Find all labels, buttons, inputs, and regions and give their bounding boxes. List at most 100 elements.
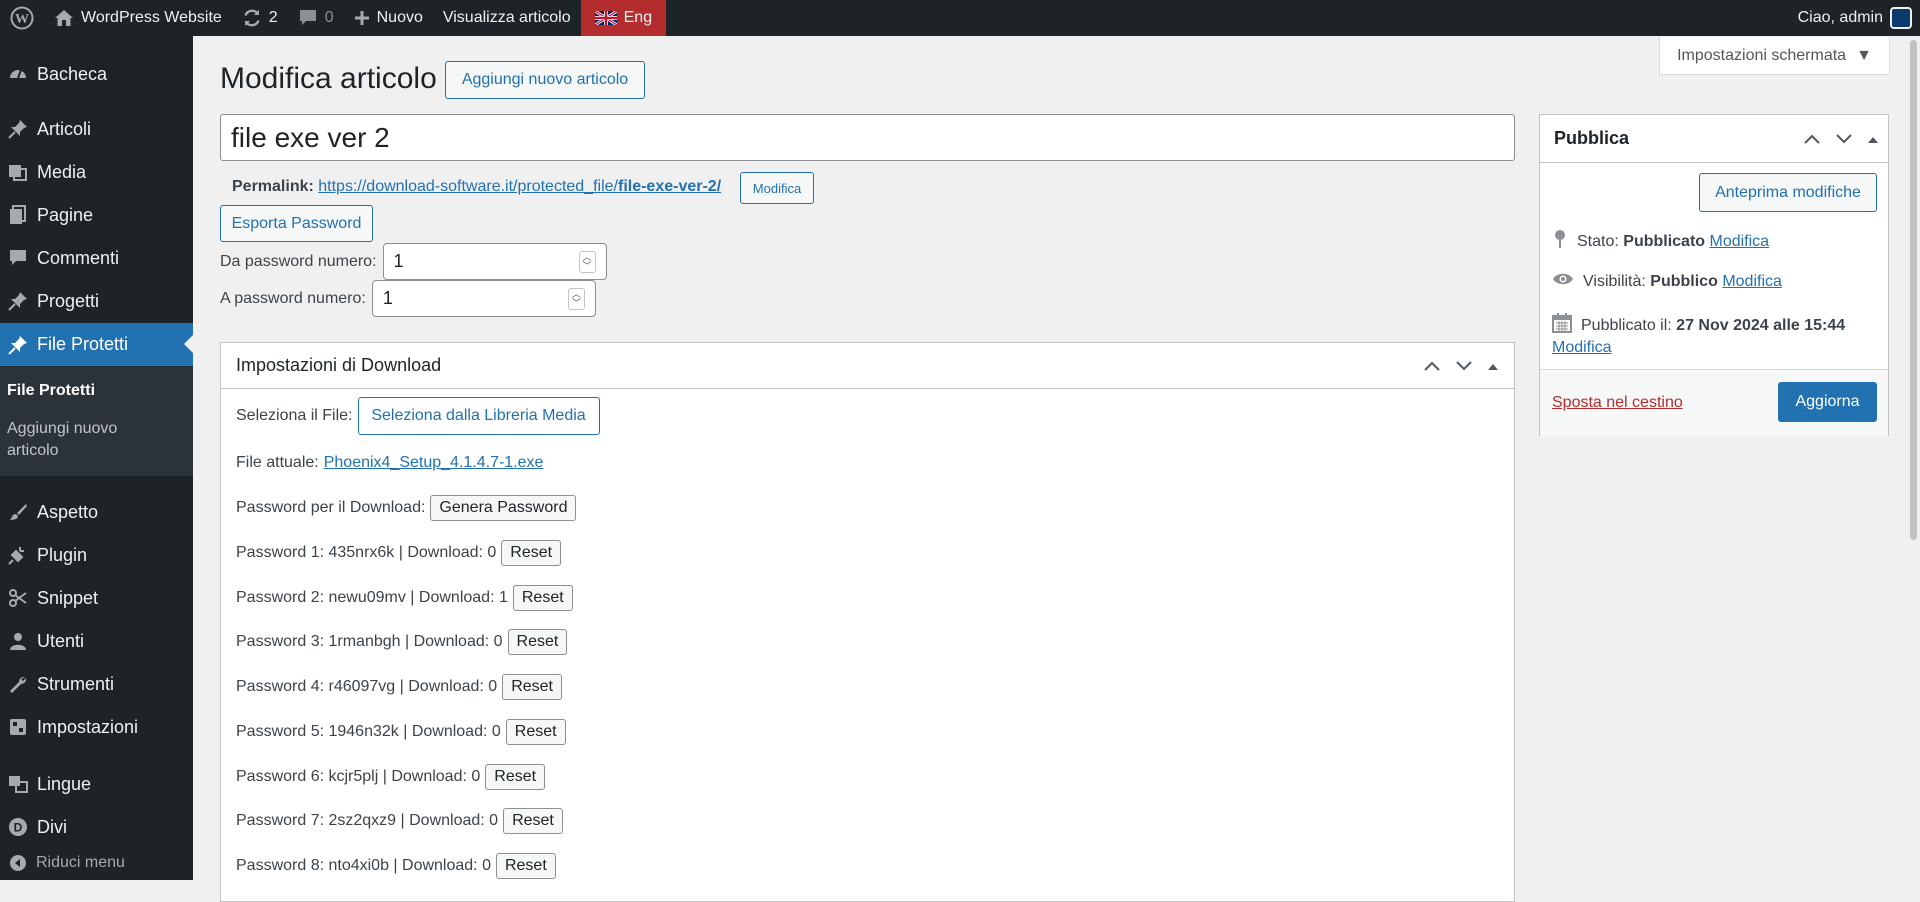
toggle-panel-icon[interactable] xyxy=(1488,355,1498,376)
permalink-url[interactable]: https://download-software.it/protected_f… xyxy=(318,178,721,195)
comment-bubble-icon xyxy=(298,9,318,27)
page-scrollbar[interactable] xyxy=(1907,36,1920,880)
pages-icon xyxy=(0,205,36,225)
sidebar-submenu: File Protetti Aggiungi nuovo articolo xyxy=(0,366,193,476)
divi-icon: D xyxy=(0,817,36,837)
visibility-row: Visibilità: Pubblico Modifica xyxy=(1552,272,1782,291)
move-up-icon[interactable] xyxy=(1424,355,1440,376)
edit-visibility-link[interactable]: Modifica xyxy=(1722,273,1782,290)
move-to-trash-link[interactable]: Sposta nel cestino xyxy=(1552,394,1683,412)
reset-button[interactable]: Reset xyxy=(512,585,573,611)
new-content-link[interactable]: Nuovo xyxy=(344,0,433,36)
page-title: Modifica articolo xyxy=(220,62,437,95)
updates-icon xyxy=(242,8,262,28)
pin-icon xyxy=(0,335,36,355)
reset-button[interactable]: Reset xyxy=(505,719,566,745)
sidebar-item-aspetto[interactable]: Aspetto xyxy=(0,492,193,532)
reset-button[interactable]: Reset xyxy=(485,764,546,790)
caret-down-icon: ▼ xyxy=(1856,46,1872,64)
edit-status-link[interactable]: Modifica xyxy=(1710,233,1770,250)
sidebar-item-file-protetti[interactable]: File Protetti xyxy=(0,323,193,366)
user-icon xyxy=(0,631,36,651)
generate-password-button[interactable]: Genera Password xyxy=(430,495,577,521)
brush-icon xyxy=(0,502,36,522)
sidebar-item-utenti[interactable]: Utenti xyxy=(0,621,193,661)
settings-icon xyxy=(0,717,36,737)
box-handles xyxy=(1424,355,1498,376)
home-icon xyxy=(54,9,74,27)
site-name-link[interactable]: WordPress Website xyxy=(44,0,232,36)
reset-button[interactable]: Reset xyxy=(507,629,568,655)
publish-date-row: Pubblicato il: 27 Nov 2024 alle 15:44 xyxy=(1552,313,1882,338)
sidebar-item-pagine[interactable]: Pagine xyxy=(0,195,193,235)
post-title-input[interactable] xyxy=(220,114,1515,161)
password-row: Password 2: newu09mv | Download: 1 Reset xyxy=(236,585,573,611)
scrollbar-thumb[interactable] xyxy=(1910,40,1917,540)
media-icon xyxy=(0,162,36,182)
preview-changes-button[interactable]: Anteprima modifiche xyxy=(1699,173,1877,212)
plugin-icon xyxy=(0,545,36,565)
update-button[interactable]: Aggiorna xyxy=(1778,382,1877,422)
move-up-icon[interactable] xyxy=(1804,128,1820,149)
publish-actions: Sposta nel cestino Aggiorna xyxy=(1540,369,1888,437)
sidebar-item-plugin[interactable]: Plugin xyxy=(0,535,193,575)
select-media-button[interactable]: Seleziona dalla Libreria Media xyxy=(357,397,600,435)
to-password-input[interactable]: 1 ︿ ﹀ xyxy=(371,280,596,317)
number-spinner-icon[interactable]: ︿ ﹀ xyxy=(578,250,596,273)
password-row: Password 6: kcjr5plj | Download: 0 Reset xyxy=(236,764,546,790)
box-handles xyxy=(1804,128,1878,149)
sidebar-item-snippet[interactable]: Snippet xyxy=(0,578,193,618)
comments-icon xyxy=(0,248,36,268)
submenu-item-file-protetti[interactable]: File Protetti xyxy=(7,382,95,400)
admin-sidebar: Bacheca Articoli Media Pagine Commenti P… xyxy=(0,36,193,880)
sidebar-item-divi[interactable]: D Divi xyxy=(0,807,193,847)
reset-button[interactable]: Reset xyxy=(502,674,562,700)
export-password-button[interactable]: Esporta Password xyxy=(220,205,373,242)
password-row: Password 8: nto4xi0b | Download: 0 Reset xyxy=(236,853,556,879)
password-row: Password 7: 2sz2qxz9 | Download: 0 Reset xyxy=(236,808,563,834)
dashboard-icon xyxy=(0,64,36,84)
current-file-link[interactable]: Phoenix4_Setup_4.1.4.7-1.exe xyxy=(324,454,544,472)
sidebar-item-lingue[interactable]: Lingue xyxy=(0,764,193,804)
number-spinner-icon[interactable]: ︿ ﹀ xyxy=(567,287,585,310)
to-password-row: A password numero: 1 ︿ ﹀ xyxy=(220,280,596,317)
sidebar-item-commenti[interactable]: Commenti xyxy=(0,238,193,278)
updates-link[interactable]: 2 xyxy=(232,0,288,36)
add-new-post-button[interactable]: Aggiungi nuovo articolo xyxy=(445,61,645,99)
view-post-link[interactable]: Visualizza articolo xyxy=(433,0,581,36)
submenu-item-add-new[interactable]: Aggiungi nuovo articolo xyxy=(7,418,167,462)
my-account-link[interactable]: Ciao, admin xyxy=(1788,0,1920,36)
current-file-row: File attuale: Phoenix4_Setup_4.1.4.7-1.e… xyxy=(236,454,544,472)
wordpress-logo-icon[interactable]: W xyxy=(0,0,44,36)
publish-box: Pubblica Anteprima modifiche Stato: Pubb… xyxy=(1539,114,1889,437)
svg-text:D: D xyxy=(14,821,23,835)
collapse-menu-button[interactable]: Riduci menu xyxy=(0,854,125,872)
edit-date-link[interactable]: Modifica xyxy=(1552,339,1612,357)
wrench-icon xyxy=(0,674,36,694)
publish-box-header: Pubblica xyxy=(1540,115,1888,163)
move-down-icon[interactable] xyxy=(1836,128,1852,149)
language-switcher[interactable]: Eng xyxy=(580,0,667,36)
reset-button[interactable]: Reset xyxy=(495,853,556,879)
sidebar-item-media[interactable]: Media xyxy=(0,152,193,192)
calendar-icon xyxy=(1552,313,1572,338)
sidebar-item-impostazioni[interactable]: Impostazioni xyxy=(0,707,193,747)
password-row: Password 4: r46097vg | Download: 0 Reset xyxy=(236,674,562,700)
sidebar-item-progetti[interactable]: Progetti xyxy=(0,281,193,321)
collapse-arrow-icon xyxy=(0,854,36,872)
edit-permalink-button[interactable]: Modifica xyxy=(740,172,814,204)
move-down-icon[interactable] xyxy=(1456,355,1472,376)
toggle-panel-icon[interactable] xyxy=(1868,128,1878,149)
reset-button[interactable]: Reset xyxy=(501,540,562,566)
uk-flag-icon xyxy=(594,11,617,25)
from-password-input[interactable]: 1 ︿ ﹀ xyxy=(382,243,607,280)
comments-link[interactable]: 0 xyxy=(288,0,344,36)
download-settings-header: Impostazioni di Download xyxy=(221,343,1514,389)
reset-button[interactable]: Reset xyxy=(503,808,563,834)
avatar xyxy=(1890,7,1912,29)
sidebar-item-articoli[interactable]: Articoli xyxy=(0,109,193,149)
sidebar-item-bacheca[interactable]: Bacheca xyxy=(0,54,193,94)
sidebar-item-strumenti[interactable]: Strumenti xyxy=(0,664,193,704)
screen-options-toggle[interactable]: Impostazioni schermata ▼ xyxy=(1659,37,1890,75)
password-row: Password 1: 435nrx6k | Download: 0 Reset xyxy=(236,540,562,566)
